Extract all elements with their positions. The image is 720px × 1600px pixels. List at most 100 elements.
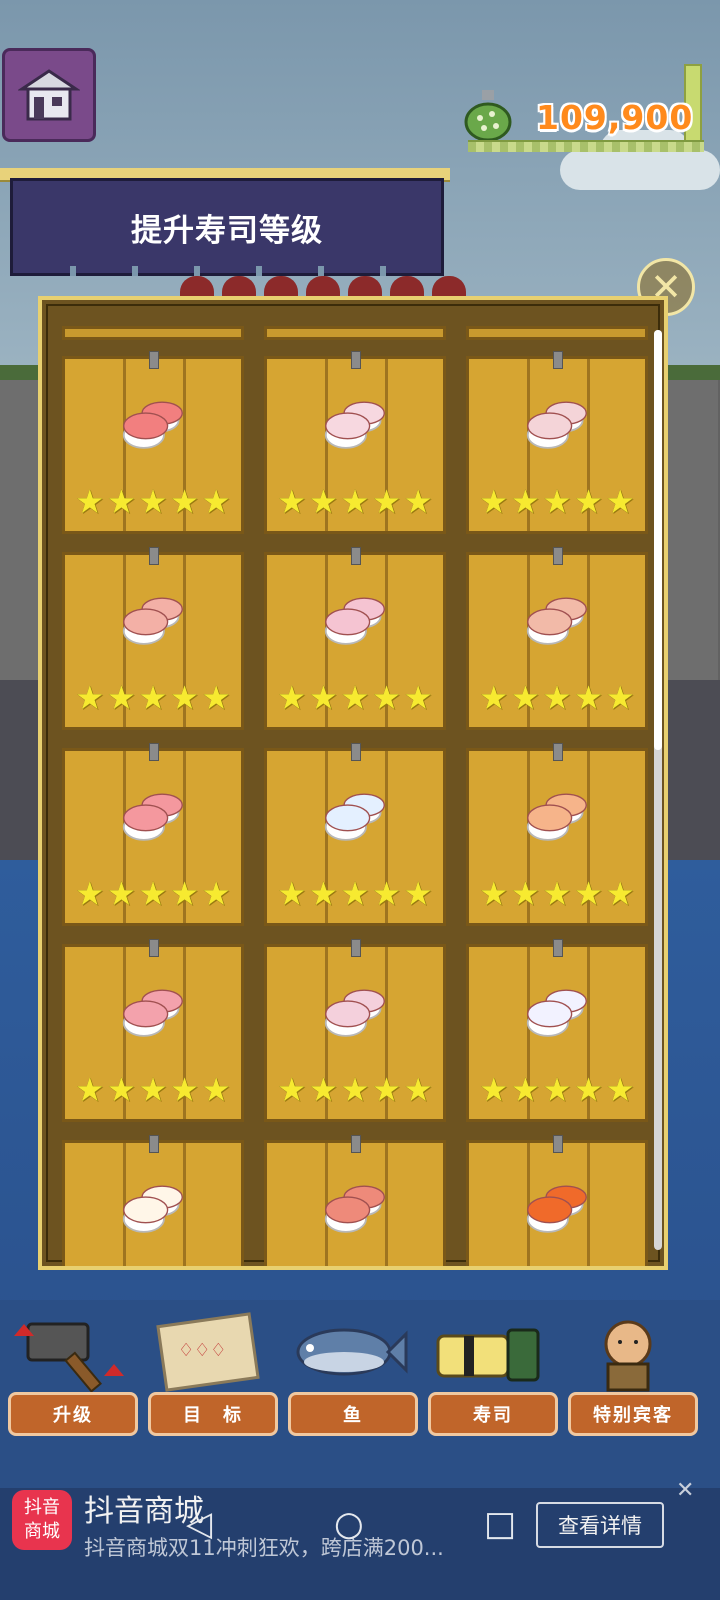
star-icon: ★ bbox=[106, 874, 137, 913]
ad-logo-text: 抖音 商城 bbox=[24, 1497, 60, 1542]
card-hook bbox=[351, 1135, 361, 1153]
shrimp-nigiri-c-icon bbox=[526, 597, 587, 645]
star-rating: ★ ★ ★ ★ ★ bbox=[479, 681, 635, 714]
squid-nigiri-icon bbox=[324, 401, 385, 449]
nav-home-icon[interactable]: ○ bbox=[334, 1504, 364, 1544]
star-icon: ★ bbox=[605, 874, 635, 913]
sushi-card[interactable]: ★ ★ ★ ★ ★ bbox=[466, 351, 648, 534]
card-hook bbox=[351, 351, 361, 369]
salmon-roe-gunkan-icon bbox=[526, 1185, 587, 1233]
sushi-icon[interactable] bbox=[428, 1306, 548, 1396]
sushi-card[interactable]: ★ ★ ★ ★ ★ bbox=[264, 547, 446, 730]
nav-button-4[interactable]: 特别宾客 bbox=[568, 1392, 698, 1436]
star-icon: ★ bbox=[371, 1070, 402, 1109]
star-rating: ★ ★ ★ ★ ★ bbox=[75, 681, 231, 714]
card-hook bbox=[149, 547, 159, 565]
star-icon: ★ bbox=[75, 874, 105, 913]
star-icon: ★ bbox=[340, 874, 370, 913]
ad-details-button[interactable]: 查看详情 bbox=[536, 1502, 664, 1548]
nav-back-icon[interactable]: ◁ bbox=[186, 1504, 212, 1544]
card-hook bbox=[351, 939, 361, 957]
star-icon: ★ bbox=[371, 482, 402, 521]
star-icon: ★ bbox=[371, 874, 402, 913]
star-icon: ★ bbox=[201, 678, 231, 717]
sushi-card[interactable]: ★ ★ ★ ★ ★ bbox=[62, 939, 244, 1122]
star-rating: ★ ★ ★ ★ ★ bbox=[479, 485, 635, 518]
crab-nigiri-icon bbox=[122, 989, 183, 1037]
star-icon: ★ bbox=[138, 482, 168, 521]
white-fish-nigiri-icon bbox=[324, 793, 385, 841]
nav-button-0[interactable]: 升级 bbox=[8, 1392, 138, 1436]
coin-shelf bbox=[468, 140, 704, 152]
ad-close-icon[interactable]: ✕ bbox=[676, 1478, 694, 1503]
star-icon: ★ bbox=[308, 678, 339, 717]
star-rating: ★ ★ ★ ★ ★ bbox=[75, 485, 231, 518]
title-banner: 提升寿司等级 bbox=[10, 178, 444, 276]
sushi-upgrade-panel[interactable]: ★ ★ ★ ★ ★ ★ ★ ★ ★ ★ ★ ★ ★ ★ ★ ★ ★ ★ ★ ★ ★ ★ ★ ★ ★ ★ ★ ★ ★ ★ ★ ★ ★ ★ ★ ★ ★ ★ ★ ★… bbox=[38, 296, 668, 1270]
star-icon: ★ bbox=[403, 874, 433, 913]
sushi-card[interactable]: ★ ★ ★ ★ ★ bbox=[466, 939, 648, 1122]
star-icon: ★ bbox=[277, 482, 307, 521]
sushi-card[interactable]: ★ ★ ★ ★ ★ bbox=[62, 547, 244, 730]
nav-button-1[interactable]: 目 标 bbox=[148, 1392, 278, 1436]
card-hook bbox=[553, 939, 563, 957]
star-icon: ★ bbox=[403, 1070, 433, 1109]
coin-amount: 109,900 bbox=[536, 98, 694, 137]
hammer-icon[interactable] bbox=[8, 1306, 128, 1396]
star-icon: ★ bbox=[106, 482, 137, 521]
house-icon bbox=[18, 69, 80, 121]
sushi-card[interactable]: ★ ★ ★ ★ ★ bbox=[62, 351, 244, 534]
scrollbar-thumb[interactable] bbox=[654, 330, 662, 750]
ad-logo[interactable]: 抖音 商城 bbox=[12, 1490, 72, 1550]
star-icon: ★ bbox=[277, 678, 307, 717]
star-icon: ★ bbox=[201, 874, 231, 913]
sushi-card[interactable]: ★ ★ ★ ★ ★ bbox=[264, 939, 446, 1122]
sushi-card[interactable]: ★ ★ ★ ★ ★ bbox=[466, 547, 648, 730]
sushi-card[interactable]: ★ ★ ★ ★ ★ bbox=[466, 743, 648, 926]
tuna-nigiri-icon bbox=[122, 401, 183, 449]
star-icon: ★ bbox=[75, 482, 105, 521]
bottom-nav: 升级 ♢♢♢ 目 标鱼寿司 特别宾客 bbox=[0, 1306, 720, 1446]
nav-button-3[interactable]: 寿司 bbox=[428, 1392, 558, 1436]
star-icon: ★ bbox=[542, 1070, 572, 1109]
nav-button-2[interactable]: 鱼 bbox=[288, 1392, 418, 1436]
star-icon: ★ bbox=[573, 874, 604, 913]
sushi-card[interactable]: ★ ★ ★ ★ ★ bbox=[264, 351, 446, 534]
nav-recents-icon[interactable]: □ bbox=[484, 1504, 516, 1544]
money-bag-icon bbox=[464, 88, 512, 142]
star-icon: ★ bbox=[605, 1070, 635, 1109]
sushi-card[interactable] bbox=[62, 1135, 244, 1266]
shrimp-nigiri-a-icon bbox=[122, 597, 183, 645]
star-icon: ★ bbox=[510, 874, 541, 913]
star-rating: ★ ★ ★ ★ ★ bbox=[277, 485, 433, 518]
star-icon: ★ bbox=[201, 482, 231, 521]
card-hook bbox=[149, 939, 159, 957]
banner-notch bbox=[256, 266, 262, 276]
star-icon: ★ bbox=[277, 1070, 307, 1109]
star-icon: ★ bbox=[542, 678, 572, 717]
star-icon: ★ bbox=[138, 1070, 168, 1109]
star-icon: ★ bbox=[340, 1070, 370, 1109]
svg-text:♢♢♢: ♢♢♢ bbox=[178, 1340, 226, 1361]
star-rating: ★ ★ ★ ★ ★ bbox=[277, 681, 433, 714]
fish-icon[interactable] bbox=[288, 1306, 408, 1396]
star-icon: ★ bbox=[479, 678, 509, 717]
sushi-card[interactable]: ★ ★ ★ ★ ★ bbox=[264, 743, 446, 926]
sushi-card[interactable] bbox=[264, 1135, 446, 1266]
sushi-card[interactable] bbox=[466, 1135, 648, 1266]
card-hook bbox=[149, 743, 159, 761]
star-icon: ★ bbox=[510, 678, 541, 717]
sushi-card[interactable]: ★ ★ ★ ★ ★ bbox=[62, 743, 244, 926]
flounder-nigiri-icon bbox=[324, 989, 385, 1037]
card-partial bbox=[264, 326, 446, 340]
goal-board-icon[interactable]: ♢♢♢ bbox=[148, 1306, 268, 1396]
star-icon: ★ bbox=[106, 678, 137, 717]
star-icon: ★ bbox=[340, 678, 370, 717]
guest-icon[interactable] bbox=[568, 1306, 688, 1396]
star-icon: ★ bbox=[138, 678, 168, 717]
ad-subtitle[interactable]: 抖音商城双11冲刺狂欢，跨店满200... bbox=[84, 1532, 534, 1562]
card-hook bbox=[553, 743, 563, 761]
star-icon: ★ bbox=[169, 874, 200, 913]
card-hook bbox=[553, 1135, 563, 1153]
home-button[interactable] bbox=[2, 48, 96, 142]
